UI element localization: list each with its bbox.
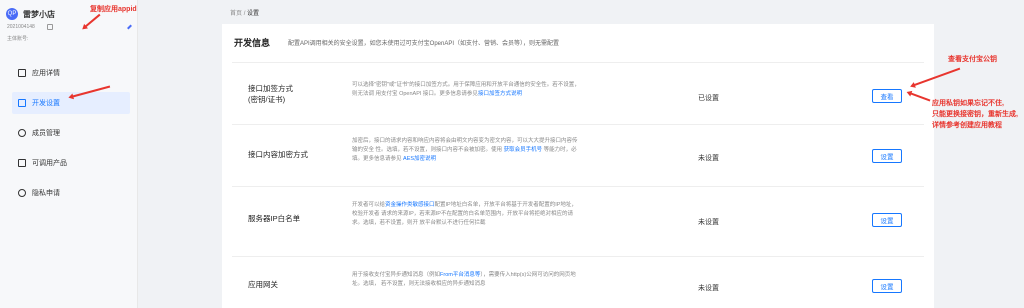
detail-icon [18,69,26,77]
sidebar-item-label: 成员管理 [32,130,60,137]
row-status: 已设置 [698,95,719,102]
row-status: 未设置 [698,219,719,226]
sidebar-item-label: 应用详情 [32,70,60,77]
dev-info-panel: 开发信息 配置API调用相关的安全设置，如您未使用过可支付宝OpenAPI（如支… [222,24,934,308]
app-avatar: QP [6,8,18,20]
breadcrumb-separator: / [243,11,246,17]
annotation-reset-note: 应用私钥如果忘记不住, 只能更换接密钥，重新生成, 详情参考创建应用教程 [932,98,1018,131]
app-header: QP 雷梦小店 [6,8,55,20]
app-id-row: 2021004148 [7,24,132,30]
sidebar-item-app-detail[interactable]: 应用详情 [0,62,138,84]
sidebar-item-products[interactable]: 可调用产品 [0,152,138,174]
copy-icon[interactable] [46,24,53,30]
row-status: 未设置 [698,285,719,292]
annotation-line: 详情参考创建应用教程 [932,122,1002,129]
row-desc-text: 若不设置，则无法接收相应的异步通知消息 [381,281,486,287]
setting-row-encrypt-method: 接口内容加密方式 加密后，接口的请求内容和响应内容将会由明文内容变为密文内容，可… [232,124,924,186]
row-desc: 可以选择"密钥"或"证书"的接口加签方式。用于保障应用和开放平台通信的安全性。若… [352,81,582,99]
sidebar-item-privacy[interactable]: 隐私申请 [0,182,138,204]
view-button[interactable]: 查看 [872,89,902,103]
sidebar-item-label: 开发设置 [32,100,60,107]
setting-row-sign-method: 接口加签方式 (密钥/证书) 可以选择"密钥"或"证书"的接口加签方式。用于保障… [232,62,924,122]
sidebar-menu: 应用详情 开发设置 成员管理 可调用产品 隐私申请 [0,62,138,212]
row-label-line: 接口加签方式 [248,84,293,93]
set-button[interactable]: 设置 [872,213,902,227]
platform-message-link[interactable]: From平台消息等 [440,272,480,278]
sensitive-api-link[interactable]: 资金操作类敏感接口 [385,202,435,208]
row-label: 接口加签方式 (密钥/证书) [248,83,293,105]
sidebar: QP 雷梦小店 2021004148 主体账号: 应用详情 开发设置 成员管理 … [0,0,138,308]
sidebar-item-members[interactable]: 成员管理 [0,122,138,144]
annotation-copy-appid: 复制应用appid [90,6,137,13]
row-label: 应用网关 [248,280,278,289]
set-button[interactable]: 设置 [872,149,902,163]
panel-desc: 配置API调用相关的安全设置，如您未使用过可支付宝OpenAPI（如支付、营销、… [288,41,560,47]
breadcrumb: 首页 / 设置 [230,8,259,17]
right-gutter [934,24,1024,308]
link-icon[interactable] [127,24,132,30]
row-label: 服务器IP白名单 [248,214,301,223]
row-desc-text: 放平台默认不进行任何拦截 [419,220,486,226]
sign-method-doc-link[interactable]: 接口加签方式说明 [478,91,522,97]
row-label-line: (密钥/证书) [248,95,286,104]
aes-doc-link[interactable]: AES加密说明 [403,156,436,162]
set-button[interactable]: 设置 [872,279,902,293]
members-icon [18,129,26,137]
sidebar-item-label: 隐私申请 [32,190,60,197]
row-desc-text: 用于接收支付宝异步通知消息（例如 [352,272,441,278]
row-desc-text: 用支付宝 OpenAPI 接口。更多信息请参见 [375,91,478,97]
annotation-line: 只能更换接密钥，重新生成, [932,111,1018,118]
setting-row-ip-whitelist: 服务器IP白名单 开发者可以给资金操作类敏感接口配置IP地址白名单，开放平台将基… [232,186,924,254]
row-status: 未设置 [698,155,719,162]
phone-number-link[interactable]: 获取会员手机号 [504,147,543,153]
products-icon [18,159,26,167]
row-desc: 加密后，接口的请求内容和响应内容将会由明文内容变为密文内容，可以大大提升接口内容… [352,137,582,164]
breadcrumb-home[interactable]: 首页 [230,11,242,17]
app-name: 雷梦小店 [23,9,55,19]
annotation-view-pubkey: 查看支付宝公钥 [948,56,997,63]
row-label: 接口内容加密方式 [248,150,308,159]
app-id: 2021004148 [7,24,35,30]
dev-settings-icon [18,99,26,107]
sidebar-item-label: 可调用产品 [32,160,67,167]
row-desc-text: 性。选填，若不设置，则接口内容不会被加密。使用 [375,147,503,153]
privacy-icon [18,189,26,197]
breadcrumb-current: 设置 [247,11,260,17]
row-desc: 开发者可以给资金操作类敏感接口配置IP地址白名单，开放平台将基于开发者配置的IP… [352,201,582,228]
account-label: 主体账号: [7,36,29,42]
annotation-line: 应用私钥如果忘记不住, [932,100,1004,107]
setting-row-gateway: 应用网关 用于接收支付宝异步通知消息（例如From平台消息等），需要传入http… [232,256,924,308]
row-desc: 用于接收支付宝异步通知消息（例如From平台消息等），需要传入http(s)公网… [352,271,582,289]
row-desc-text: 开发者可以给 [352,202,386,208]
panel-title: 开发信息 [234,38,271,48]
